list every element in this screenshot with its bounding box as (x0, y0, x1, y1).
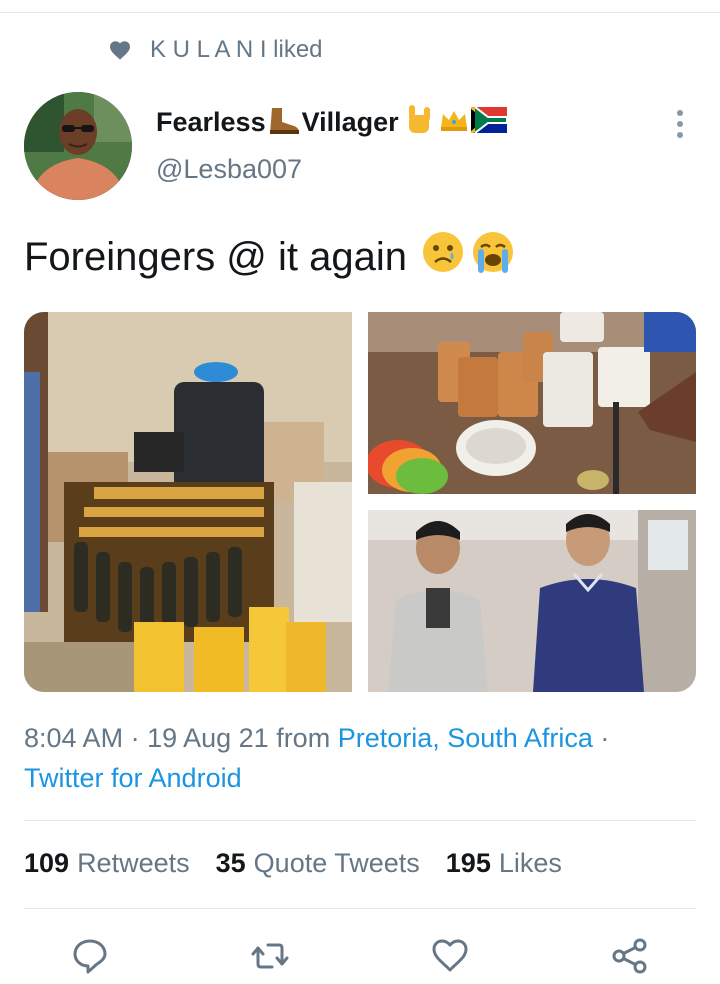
author-handle[interactable]: @Lesba007 (156, 154, 302, 185)
quote-tweets-stat[interactable]: 35 Quote Tweets (216, 848, 420, 879)
tweet-text-row: Foreingers @ it again (24, 230, 517, 284)
south-africa-flag-emoji (469, 105, 508, 138)
crown-emoji (439, 108, 469, 137)
display-name-part2: Villager (301, 106, 399, 137)
location-link[interactable]: Pretoria, South Africa (338, 723, 593, 753)
retweet-icon[interactable] (250, 936, 290, 976)
top-divider (0, 12, 720, 13)
stats-top-divider (24, 820, 696, 821)
reply-icon[interactable] (70, 936, 110, 976)
likes-stat[interactable]: 195 Likes (446, 848, 562, 879)
author-name[interactable]: Fearless Villager (156, 104, 508, 140)
tweet-meta: 8:04 AM · 19 Aug 21 from Pretoria, South… (24, 723, 610, 793)
stats-bottom-divider (24, 908, 696, 909)
tweet-media (24, 312, 696, 692)
action-bar (0, 932, 720, 982)
photo-containers[interactable] (368, 312, 696, 494)
sad-face-emoji (421, 230, 465, 284)
photo-two-men[interactable] (368, 510, 696, 692)
tweet-date: 19 Aug 21 (147, 723, 269, 753)
boot-emoji (266, 106, 302, 139)
more-options-icon[interactable] (668, 108, 692, 140)
tweet-stats: 109 Retweets 35 Quote Tweets 195 Likes (24, 848, 562, 879)
tweet-time: 8:04 AM (24, 723, 124, 753)
rock-hand-emoji (405, 104, 433, 140)
social-context: K U L A N I liked (108, 36, 323, 64)
photo-bottles-room[interactable] (24, 312, 352, 692)
loudly-crying-face-emoji (469, 230, 517, 284)
tweet-text: Foreingers @ it again (24, 234, 408, 279)
share-icon[interactable] (610, 936, 650, 976)
client-link[interactable]: Twitter for Android (24, 763, 242, 793)
display-name-part1: Fearless (156, 106, 266, 137)
social-context-text: K U L A N I liked (150, 36, 323, 63)
avatar[interactable] (24, 92, 132, 200)
like-icon[interactable] (430, 936, 470, 976)
heart-icon (108, 38, 132, 62)
retweets-stat[interactable]: 109 Retweets (24, 848, 190, 879)
